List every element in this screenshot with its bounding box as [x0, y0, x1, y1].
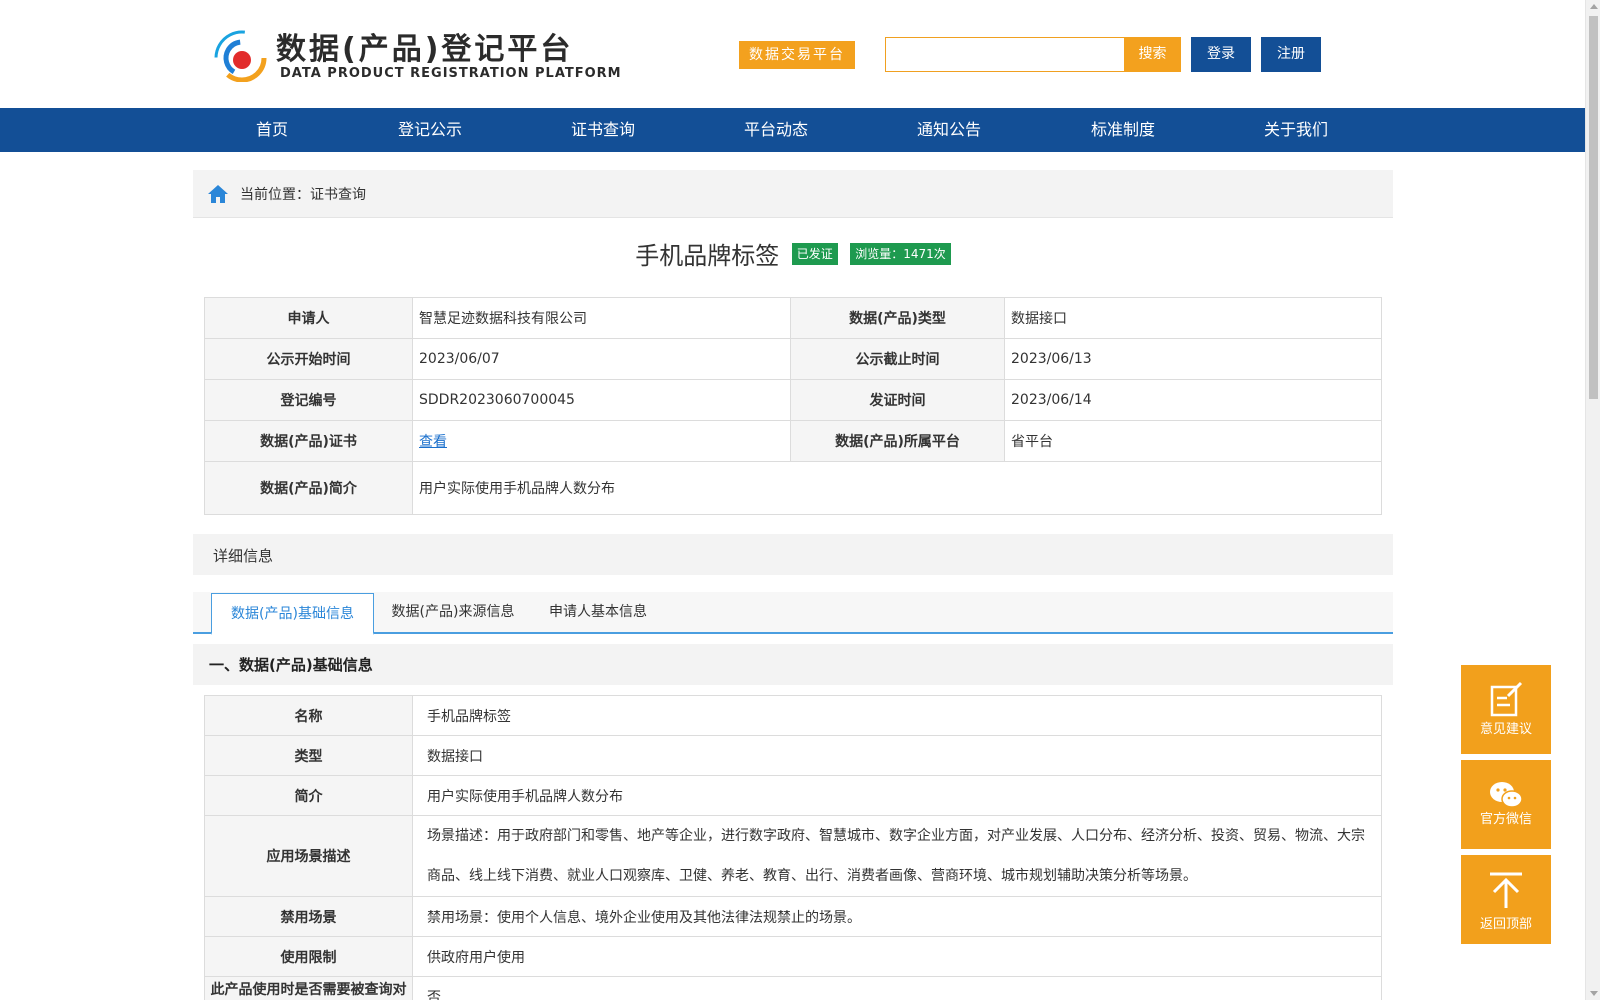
- platform-label: 数据(产品)所属平台: [790, 420, 1005, 462]
- certificate-cell: 查看: [412, 420, 791, 462]
- publicity-end-label: 公示截止时间: [790, 338, 1005, 380]
- table-row: 数据(产品)简介 用户实际使用手机品牌人数分布: [204, 461, 1382, 515]
- official-wechat-button[interactable]: 官方微信: [1461, 760, 1551, 849]
- type-label: 数据(产品)类型: [790, 297, 1005, 339]
- login-button[interactable]: 登录: [1191, 37, 1251, 72]
- table-row: 简介 用户实际使用手机品牌人数分布: [204, 775, 1382, 816]
- nav-item-notices[interactable]: 通知公告: [917, 108, 981, 152]
- applicant-value: 智慧足迹数据科技有限公司: [412, 297, 791, 339]
- table-row: 申请人 智慧足迹数据科技有限公司 数据(产品)类型 数据接口: [204, 297, 1382, 339]
- views-badge: 浏览量：1471次: [850, 242, 951, 265]
- wechat-label: 官方微信: [1479, 812, 1532, 827]
- search-input[interactable]: [885, 37, 1125, 72]
- publicity-start-value: 2023/06/07: [412, 338, 791, 380]
- category-label: 类型: [204, 735, 413, 776]
- table-row: 登记编号 SDDR2023060700045 发证时间 2023/06/14: [204, 379, 1382, 421]
- table-row: 禁用场景 禁用场景：使用个人信息、境外企业使用及其他法律法规禁止的场景。: [204, 896, 1382, 937]
- scenario-value: 场景描述：用于政府部门和零售、地产等企业，进行数字政府、智慧城市、数字企业方面，…: [412, 815, 1382, 897]
- logo-title: 数据(产品)登记平台: [276, 32, 574, 67]
- product-info-table: 申请人 智慧足迹数据科技有限公司 数据(产品)类型 数据接口 公示开始时间 20…: [204, 297, 1382, 515]
- edit-note-icon: [1490, 681, 1523, 717]
- nav-item-standards[interactable]: 标准制度: [1091, 108, 1155, 152]
- nav-item-about-us[interactable]: 关于我们: [1264, 108, 1328, 152]
- type-value: 数据接口: [1004, 297, 1382, 339]
- usage-restriction-label: 使用限制: [204, 936, 413, 977]
- basic-info-section-header: 一、数据(产品)基础信息: [193, 644, 1393, 685]
- issue-time-label: 发证时间: [790, 379, 1005, 421]
- detail-title: 详细信息: [213, 547, 274, 565]
- home-icon: [208, 185, 228, 203]
- intro-value: 用户实际使用手机品牌人数分布: [412, 461, 1382, 515]
- nav-item-registration-publicity[interactable]: 登记公示: [398, 108, 462, 152]
- intro-label: 数据(产品)简介: [204, 461, 413, 515]
- product-title-row: 手机品牌标签 已发证 浏览量：1471次: [193, 236, 1393, 270]
- name-label: 名称: [204, 695, 413, 736]
- certificate-label: 数据(产品)证书: [204, 420, 413, 462]
- prohibited-scenario-value: 禁用场景：使用个人信息、境外企业使用及其他法律法规禁止的场景。: [412, 896, 1382, 937]
- category-value: 数据接口: [412, 735, 1382, 776]
- table-row: 数据(产品)证书 查看 数据(产品)所属平台 省平台: [204, 420, 1382, 462]
- section-title: 一、数据(产品)基础信息: [209, 656, 373, 674]
- main-nav: 首页 登记公示 证书查询 平台动态 通知公告 标准制度 关于我们: [0, 108, 1585, 152]
- scenario-label: 应用场景描述: [204, 815, 413, 897]
- feedback-button[interactable]: 意见建议: [1461, 665, 1551, 754]
- registration-number-label: 登记编号: [204, 379, 413, 421]
- basic-info-table: 名称 手机品牌标签 类型 数据接口 简介 用户实际使用手机品牌人数分布 应用场景…: [204, 695, 1382, 1000]
- tab-source-info[interactable]: 数据(产品)来源信息: [391, 592, 515, 634]
- breadcrumb: 当前位置：证书查询: [193, 170, 1393, 218]
- registration-number-value: SDDR2023060700045: [412, 379, 791, 421]
- logo-swirl-icon: [214, 30, 270, 82]
- tab-basic-info[interactable]: 数据(产品)基础信息: [211, 593, 374, 635]
- trade-platform-button[interactable]: 数据交易平台: [739, 41, 855, 69]
- scrollbar-thumb[interactable]: [1589, 16, 1598, 399]
- publicity-end-value: 2023/06/13: [1004, 338, 1382, 380]
- applicant-label: 申请人: [204, 297, 413, 339]
- table-row: 公示开始时间 2023/06/07 公示截止时间 2023/06/13: [204, 338, 1382, 380]
- vertical-scrollbar[interactable]: [1585, 0, 1600, 1000]
- breadcrumb-text: 当前位置：证书查询: [240, 187, 366, 203]
- summary-value: 用户实际使用手机品牌人数分布: [412, 775, 1382, 816]
- publicity-start-label: 公示开始时间: [204, 338, 413, 380]
- usage-restriction-value: 供政府用户使用: [412, 936, 1382, 977]
- nav-item-certificate-query[interactable]: 证书查询: [571, 108, 635, 152]
- logo-subtitle: DATA PRODUCT REGISTRATION PLATFORM: [280, 66, 622, 81]
- table-row: 应用场景描述 场景描述：用于政府部门和零售、地产等企业，进行数字政府、智慧城市、…: [204, 815, 1382, 897]
- table-row: 类型 数据接口: [204, 735, 1382, 776]
- back-to-top-label: 返回顶部: [1479, 917, 1532, 932]
- scroll-up-arrow-icon[interactable]: [1590, 4, 1598, 9]
- summary-label: 简介: [204, 775, 413, 816]
- back-to-top-button[interactable]: 返回顶部: [1461, 855, 1551, 944]
- arrow-up-icon: [1490, 872, 1522, 908]
- issue-time-value: 2023/06/14: [1004, 379, 1382, 421]
- scroll-down-arrow-icon[interactable]: [1590, 991, 1598, 996]
- search-button[interactable]: 搜索: [1124, 37, 1181, 72]
- page-title: 手机品牌标签: [635, 242, 780, 270]
- table-row: 此产品使用时是否需要被查询对 否: [204, 976, 1382, 1000]
- status-badge: 已发证: [791, 242, 838, 265]
- query-consent-value: 否: [412, 976, 1382, 1000]
- detail-tabs: 数据(产品)基础信息 数据(产品)来源信息 申请人基本信息: [193, 592, 1393, 635]
- tab-applicant-info[interactable]: 申请人基本信息: [548, 592, 648, 634]
- prohibited-scenario-label: 禁用场景: [204, 896, 413, 937]
- register-button[interactable]: 注册: [1261, 37, 1321, 72]
- name-value: 手机品牌标签: [412, 695, 1382, 736]
- site-header: 数据(产品)登记平台 DATA PRODUCT REGISTRATION PLA…: [0, 0, 1585, 106]
- table-row: 名称 手机品牌标签: [204, 695, 1382, 736]
- feedback-label: 意见建议: [1479, 722, 1532, 737]
- site-logo[interactable]: 数据(产品)登记平台 DATA PRODUCT REGISTRATION PLA…: [210, 22, 630, 86]
- view-certificate-link[interactable]: 查看: [419, 434, 447, 450]
- nav-item-platform-news[interactable]: 平台动态: [744, 108, 808, 152]
- query-consent-label: 此产品使用时是否需要被查询对: [204, 976, 413, 1000]
- detail-section-header: 详细信息: [193, 534, 1393, 575]
- table-row: 使用限制 供政府用户使用: [204, 936, 1382, 977]
- nav-item-home[interactable]: 首页: [256, 108, 288, 152]
- platform-value: 省平台: [1004, 420, 1382, 462]
